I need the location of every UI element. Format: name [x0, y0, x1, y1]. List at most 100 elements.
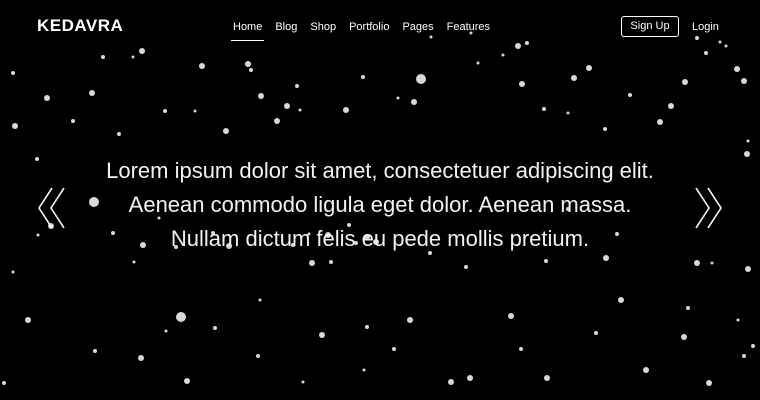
nav-item-shop[interactable]: Shop	[305, 19, 341, 41]
sign-up-button[interactable]: Sign Up	[621, 16, 679, 37]
star-dot	[329, 260, 333, 264]
star-dot	[184, 378, 190, 384]
hero-slide-text: Lorem ipsum dolor sit amet, consectetuer…	[80, 154, 680, 256]
star-dot	[295, 84, 299, 88]
star-dot	[309, 260, 315, 266]
star-dot	[361, 75, 365, 79]
star-dot	[138, 355, 144, 361]
star-dot	[694, 260, 700, 266]
star-dot	[566, 111, 570, 115]
star-dot	[176, 312, 186, 322]
star-dot	[476, 61, 480, 65]
brand-logo[interactable]: KEDAVRA	[37, 16, 123, 36]
star-dot	[467, 375, 473, 381]
slider-prev-button[interactable]	[36, 184, 68, 232]
star-dot	[416, 74, 426, 84]
star-dot	[245, 61, 251, 67]
star-dot	[586, 65, 592, 71]
star-dot	[618, 297, 624, 303]
star-dot	[35, 157, 39, 161]
star-dot	[163, 109, 167, 113]
star-dot	[249, 68, 253, 72]
star-dot	[544, 375, 550, 381]
star-dot	[36, 233, 40, 237]
star-dot	[223, 128, 229, 134]
star-dot	[706, 380, 712, 386]
star-dot	[746, 139, 750, 143]
star-dot	[199, 63, 205, 69]
star-dot	[362, 368, 366, 372]
star-dot	[11, 71, 15, 75]
star-dot	[682, 79, 688, 85]
star-dot	[301, 380, 305, 384]
star-dot	[258, 298, 262, 302]
star-dot	[258, 93, 264, 99]
star-dot	[681, 334, 687, 340]
star-dot	[274, 118, 280, 124]
star-dot	[519, 347, 523, 351]
double-chevron-left-icon	[38, 187, 65, 229]
page: KEDAVRA Home Blog Shop Portfolio Pages F…	[0, 0, 760, 400]
star-dot	[657, 119, 663, 125]
star-dot	[744, 151, 750, 157]
star-dot	[411, 99, 417, 105]
nav-item-home[interactable]: Home	[228, 19, 267, 41]
star-dot	[594, 331, 598, 335]
main-nav: Home Blog Shop Portfolio Pages Features	[228, 19, 498, 41]
star-dot	[643, 367, 649, 373]
star-dot	[742, 354, 746, 358]
star-dot	[734, 66, 740, 72]
hero-line-3: Nullam dictum felis eu pede mollis preti…	[170, 226, 590, 251]
star-dot	[571, 75, 577, 81]
star-dot	[448, 379, 454, 385]
star-dot	[668, 103, 674, 109]
star-dot	[132, 260, 136, 264]
star-dot	[193, 109, 197, 113]
star-dot	[628, 93, 632, 97]
star-dot	[741, 78, 747, 84]
star-dot	[736, 318, 740, 322]
star-dot	[101, 55, 105, 59]
star-dot	[544, 259, 548, 263]
star-dot	[71, 119, 75, 123]
slider-next-button[interactable]	[692, 184, 724, 232]
star-dot	[464, 265, 468, 269]
nav-item-blog[interactable]: Blog	[270, 19, 302, 41]
star-dot	[407, 317, 413, 323]
star-dot	[12, 123, 18, 129]
hero-line-2: Aenean commodo ligula eget dolor. Aenean…	[128, 192, 632, 217]
star-dot	[213, 326, 217, 330]
star-dot	[44, 95, 50, 101]
star-dot	[11, 270, 15, 274]
star-dot	[343, 107, 349, 113]
star-dot	[686, 306, 690, 310]
star-dot	[319, 332, 325, 338]
nav-item-pages[interactable]: Pages	[397, 19, 438, 41]
star-dot	[164, 329, 168, 333]
star-dot	[284, 103, 290, 109]
star-dot	[25, 317, 31, 323]
star-dot	[751, 344, 755, 348]
star-dot	[256, 354, 260, 358]
star-dot	[89, 90, 95, 96]
star-dot	[542, 107, 546, 111]
star-dot	[131, 55, 135, 59]
star-dot	[117, 132, 121, 136]
star-dot	[365, 325, 369, 329]
star-dot	[298, 108, 302, 112]
hero-line-1: Lorem ipsum dolor sit amet, consectetuer…	[106, 158, 654, 183]
star-dot	[603, 127, 607, 131]
login-link[interactable]: Login	[692, 21, 719, 33]
star-dot	[519, 81, 525, 87]
star-dot	[745, 266, 751, 272]
nav-item-portfolio[interactable]: Portfolio	[344, 19, 394, 41]
star-dot	[396, 96, 400, 100]
top-navigation-bar: KEDAVRA Home Blog Shop Portfolio Pages F…	[0, 0, 760, 54]
nav-item-features[interactable]: Features	[442, 19, 495, 41]
star-dot	[2, 381, 6, 385]
star-dot	[710, 261, 714, 265]
star-dot	[508, 313, 514, 319]
double-chevron-right-icon	[695, 187, 722, 229]
star-dot	[392, 347, 396, 351]
star-dot	[93, 349, 97, 353]
